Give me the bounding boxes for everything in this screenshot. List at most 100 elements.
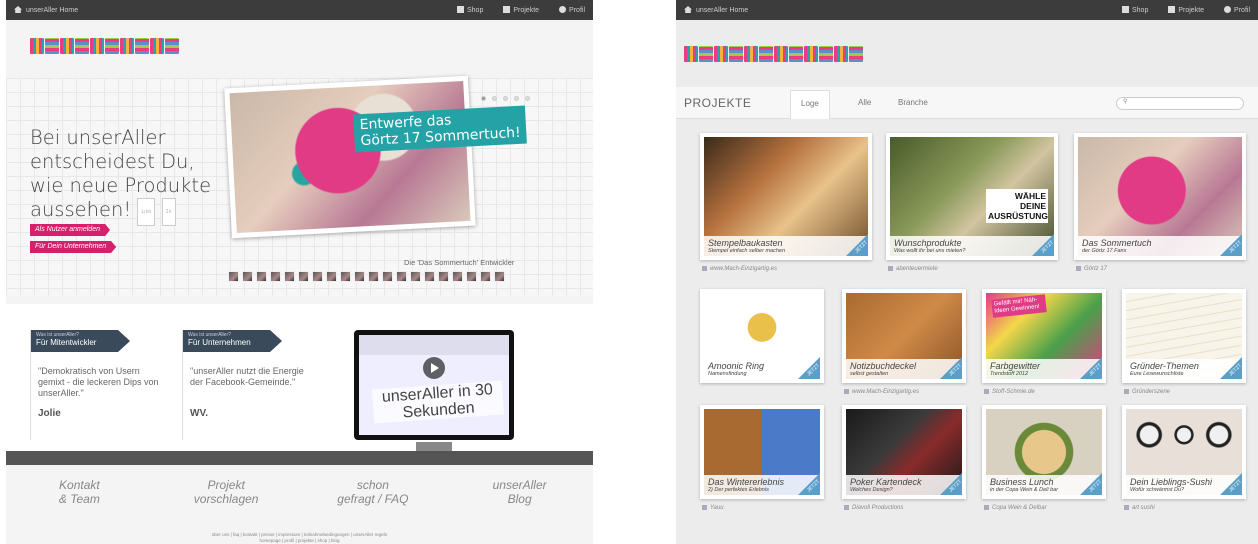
avatar[interactable] — [270, 271, 281, 282]
hero-section: Bei unserAller entscheidest Du, wie neue… — [6, 75, 593, 296]
profil-link[interactable]: Profil — [1224, 6, 1250, 14]
tab-alle[interactable]: Alle — [858, 98, 871, 107]
unseraller-logo[interactable] — [30, 38, 179, 54]
project-source[interactable]: Stoff-Schmie.de — [984, 389, 1035, 395]
fabric-image — [229, 80, 471, 234]
avatar[interactable] — [326, 271, 337, 282]
profile-icon — [559, 6, 567, 13]
for-companies-tag[interactable]: Was ist unserAller? Für Unternehmen — [182, 330, 282, 352]
hero-headline: Bei unserAller entscheidest Du, wie neue… — [30, 126, 220, 226]
project-source[interactable]: www.Mach-Einzigartig.es — [844, 389, 919, 395]
project-source[interactable]: abenteuermiete — [888, 266, 938, 272]
project-card-wintererlebnis[interactable]: Das Wintererlebnis 2) Der perfektes Erleb… — [700, 405, 824, 499]
tab-branche[interactable]: Branche — [898, 98, 928, 107]
footer-divider-bar — [6, 451, 593, 465]
footer-links: Kontakt & Team Projekt vorschlagen schon… — [6, 478, 593, 506]
video-title: unserAller in 30 Sekunden — [371, 380, 505, 424]
for-company-button[interactable]: Für Dein Unternehmen — [30, 241, 117, 253]
avatar[interactable] — [256, 271, 267, 282]
avatar[interactable] — [424, 271, 435, 282]
video-monitor[interactable]: unserAller in 30 Sekunden — [354, 330, 514, 440]
projekte-link[interactable]: Projekte — [503, 6, 539, 14]
unseraller-logo[interactable] — [684, 46, 863, 62]
avatar[interactable] — [494, 271, 505, 282]
search-input[interactable]: ⚲ — [1116, 97, 1244, 110]
wunsch-overlay: WÄHLE DEINE AUSRÜSTUNG — [986, 189, 1048, 223]
page-title: PROJEKTE — [684, 96, 752, 110]
projekte-link[interactable]: Projekte — [1168, 6, 1204, 14]
cart-icon — [457, 6, 464, 13]
projects-panel: unserAller Home Shop Projekte Profil PRO… — [676, 0, 1258, 544]
projects-icon — [503, 6, 511, 13]
footer-link-kontakt[interactable]: Kontakt & Team — [29, 478, 129, 506]
footer-link-projekt[interactable]: Projekt vorschlagen — [176, 478, 276, 506]
project-card-sommertuch[interactable]: Das Sommertuch der Görtz 17 Fans JETZT — [1074, 133, 1246, 260]
project-card-business-lunch[interactable]: Business Lunch in der Copa Wein & Deli ba… — [982, 405, 1106, 499]
avatar[interactable] — [242, 271, 253, 282]
developer-signature: Jolie — [38, 408, 61, 419]
project-source[interactable]: Yauu — [702, 505, 724, 511]
avatar[interactable] — [298, 271, 309, 282]
company-quote: "unserAller nutzt die Energie der Facebo… — [190, 366, 304, 387]
avatar[interactable] — [396, 271, 407, 282]
top-navigation-bar: unserAller Home Shop Projekte Profil — [6, 0, 593, 20]
avatar[interactable] — [452, 271, 463, 282]
avatar[interactable] — [466, 271, 477, 282]
slider-dots[interactable] — [481, 96, 530, 101]
profile-icon — [1224, 6, 1232, 13]
cart-icon — [1122, 6, 1129, 13]
top-navigation-bar: unserAller Home Shop Projekte Profil — [676, 0, 1258, 20]
avatar[interactable] — [354, 271, 365, 282]
for-developers-tag[interactable]: Was ist unserAller? Für Mitentwickler — [30, 330, 130, 352]
project-source[interactable]: Copa Wein & Delbar — [984, 505, 1047, 511]
about-section: Was ist unserAller? Für Mitentwickler "De… — [6, 304, 593, 460]
project-source[interactable]: Gründerszene — [1124, 389, 1170, 395]
home-icon — [14, 6, 22, 13]
search-icon: ⚲ — [1123, 99, 1128, 105]
profil-link[interactable]: Profil — [559, 6, 585, 14]
register-user-button[interactable]: Als Nutzer anmelden — [30, 224, 110, 236]
project-source[interactable]: www.Mach-Einzigartig.es — [702, 266, 777, 272]
avatar[interactable] — [312, 271, 323, 282]
developer-avatars[interactable] — [228, 271, 505, 282]
developers-label: Die 'Das Sommertuch' Entwickler — [404, 258, 515, 267]
footer-link-blog[interactable]: unserAller Blog — [470, 478, 570, 506]
projects-icon — [1168, 6, 1176, 13]
home-link[interactable]: unserAller Home — [14, 6, 78, 14]
play-icon[interactable] — [423, 357, 445, 379]
developer-quote: "Demokratisch von Usern gemixt - die lec… — [38, 366, 159, 398]
hero-project-label[interactable]: Entwerfe das Görtz 17 Sommertuch! — [353, 105, 528, 153]
project-card-stempelbaukasten[interactable]: Stempelbaukasten Stempel einfach selber m… — [700, 133, 872, 260]
like-button[interactable]: Like — [137, 198, 156, 226]
tab-loge[interactable]: Loge — [790, 90, 830, 119]
homepage-panel: unserAller Home Shop Projekte Profil Bei… — [6, 0, 593, 544]
divider — [30, 330, 31, 440]
divider — [182, 330, 183, 440]
footer-small-links[interactable]: über uns | faq | kontakt | presse | impr… — [6, 532, 593, 544]
project-card-gruender-themen[interactable]: Gründer-Themen Eure Lesewunschliste JETZT — [1122, 289, 1246, 383]
project-card-lieblings-sushi[interactable]: Dein Lieblings-Sushi Wofür schwärmst Du? … — [1122, 405, 1246, 499]
like-count: 2k — [161, 198, 176, 226]
project-source[interactable]: art sushi — [1124, 505, 1155, 511]
project-source[interactable]: Diavoli Productions — [844, 505, 903, 511]
company-signature: WV. — [190, 408, 208, 419]
avatar[interactable] — [284, 271, 295, 282]
avatar[interactable] — [228, 271, 239, 282]
project-card-wunschprodukte[interactable]: WÄHLE DEINE AUSRÜSTUNG Wunschprodukte Was… — [886, 133, 1058, 260]
avatar[interactable] — [438, 271, 449, 282]
avatar[interactable] — [480, 271, 491, 282]
shop-link[interactable]: Shop — [457, 6, 483, 14]
project-card-poker-kartendeck[interactable]: Poker Kartendeck Welches Design? JETZT — [842, 405, 966, 499]
footer-link-faq[interactable]: schon gefragt / FAQ — [323, 478, 423, 506]
home-link[interactable]: unserAller Home — [684, 6, 748, 14]
project-card-amoonic-ring[interactable]: Amoonic Ring Namensfindung JETZT — [700, 289, 824, 383]
hero-photo[interactable] — [224, 75, 476, 239]
project-card-notizbuchdeckel[interactable]: Notizbuchdeckel selbst gestalten JETZT — [842, 289, 966, 383]
avatar[interactable] — [410, 271, 421, 282]
avatar[interactable] — [368, 271, 379, 282]
project-card-farbgewitter[interactable]: Gefällt mir! Näh-Ideen Gewinnen! Farbgew… — [982, 289, 1106, 383]
shop-link[interactable]: Shop — [1122, 6, 1148, 14]
avatar[interactable] — [382, 271, 393, 282]
project-source[interactable]: Görtz 17 — [1076, 266, 1107, 272]
avatar[interactable] — [340, 271, 351, 282]
